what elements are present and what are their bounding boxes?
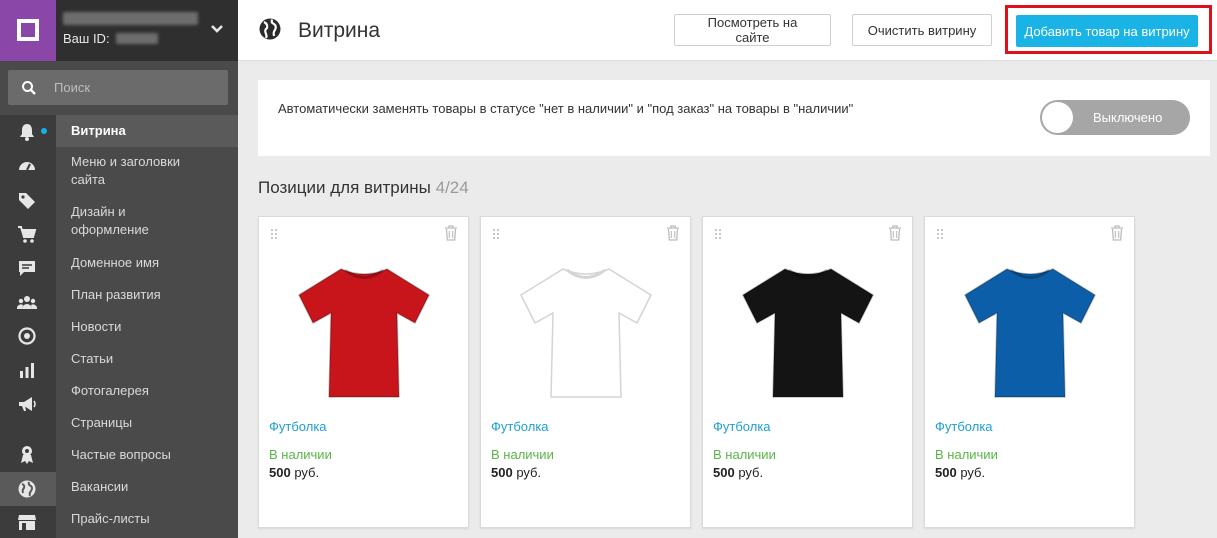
product-stock-status: В наличии bbox=[491, 447, 554, 462]
drag-handle-icon[interactable] bbox=[936, 228, 944, 240]
sidebar-item-design[interactable]: Дизайн и оформление bbox=[56, 203, 176, 239]
globe-icon[interactable] bbox=[16, 478, 38, 500]
product-price-value: 500 bbox=[491, 465, 513, 480]
toggle-knob bbox=[1042, 102, 1073, 133]
drag-handle-icon[interactable] bbox=[270, 228, 278, 240]
product-price: 500 руб. bbox=[269, 465, 319, 480]
bell-icon[interactable] bbox=[16, 121, 38, 143]
trash-icon[interactable] bbox=[1110, 225, 1124, 241]
product-price: 500 руб. bbox=[491, 465, 541, 480]
search-icon bbox=[22, 81, 36, 95]
sidebar-item-domain[interactable]: Доменное имя bbox=[56, 254, 238, 272]
product-name-link[interactable]: Футболка bbox=[935, 419, 993, 434]
account-id-redacted bbox=[116, 33, 158, 44]
users-icon[interactable] bbox=[16, 291, 38, 313]
drag-handle-icon[interactable] bbox=[492, 228, 500, 240]
megaphone-icon[interactable] bbox=[16, 393, 38, 415]
award-icon[interactable] bbox=[16, 443, 38, 465]
product-price-currency: руб. bbox=[738, 465, 764, 480]
auto-replace-panel: Автоматически заменять товары в статусе … bbox=[258, 80, 1210, 156]
sidebar-item-faq[interactable]: Частые вопросы bbox=[56, 446, 238, 464]
clear-showcase-button[interactable]: Очистить витрину bbox=[852, 14, 992, 46]
account-id-label: Ваш ID: bbox=[63, 31, 110, 46]
cart-icon[interactable] bbox=[16, 223, 38, 245]
toggle-state-label: Выключено bbox=[1093, 110, 1163, 125]
sidebar-search bbox=[8, 70, 228, 105]
target-icon[interactable] bbox=[16, 325, 38, 347]
sidebar-item-menu-headers[interactable]: Меню и заголовки сайта bbox=[56, 153, 196, 189]
page-title: Витрина bbox=[298, 19, 381, 42]
tshirt-image bbox=[964, 268, 1096, 398]
product-card[interactable]: Футболка В наличии 500 руб. bbox=[258, 216, 469, 528]
drag-handle-icon[interactable] bbox=[714, 228, 722, 240]
product-name-link[interactable]: Футболка bbox=[269, 419, 327, 434]
product-price-value: 500 bbox=[935, 465, 957, 480]
product-price-currency: руб. bbox=[516, 465, 542, 480]
notification-dot bbox=[41, 128, 47, 134]
account-header[interactable]: Ваш ID: bbox=[0, 0, 238, 61]
sidebar-item-vacancies[interactable]: Вакансии bbox=[56, 478, 238, 496]
store-icon[interactable] bbox=[16, 511, 38, 533]
tshirt-image bbox=[298, 268, 430, 398]
add-product-button[interactable]: Добавить товар на витрину bbox=[1016, 15, 1198, 47]
auto-replace-description: Автоматически заменять товары в статусе … bbox=[278, 101, 854, 116]
bar-chart-icon[interactable] bbox=[16, 359, 38, 381]
search-input[interactable] bbox=[54, 70, 224, 105]
product-name-link[interactable]: Футболка bbox=[491, 419, 549, 434]
trash-icon[interactable] bbox=[666, 225, 680, 241]
top-header: Витрина Посмотреть на сайте Очистить вит… bbox=[238, 0, 1217, 61]
view-on-site-button[interactable]: Посмотреть на сайте bbox=[674, 14, 831, 46]
product-price-currency: руб. bbox=[960, 465, 986, 480]
tshirt-image bbox=[742, 268, 874, 398]
tshirt-image bbox=[520, 268, 652, 398]
add-button-highlight: Добавить товар на витрину bbox=[1005, 5, 1212, 54]
positions-title-text: Позиции для витрины bbox=[258, 178, 431, 197]
positions-title: Позиции для витрины 4/24 bbox=[258, 178, 469, 198]
site-logo[interactable] bbox=[0, 0, 56, 61]
sidebar-icon-rail bbox=[0, 115, 56, 538]
dashboard-icon[interactable] bbox=[16, 155, 38, 177]
chevron-down-icon[interactable] bbox=[210, 22, 224, 36]
product-price-value: 500 bbox=[269, 465, 291, 480]
product-price: 500 руб. bbox=[713, 465, 763, 480]
sidebar-item-pages[interactable]: Страницы bbox=[56, 414, 238, 432]
product-card[interactable]: Футболка В наличии 500 руб. bbox=[480, 216, 691, 528]
tag-icon[interactable] bbox=[16, 189, 38, 211]
sidebar-item-development-plan[interactable]: План развития bbox=[56, 286, 238, 304]
sidebar-item-price-lists[interactable]: Прайс-листы bbox=[56, 510, 238, 528]
auto-replace-toggle[interactable]: Выключено bbox=[1040, 100, 1190, 135]
sidebar-item-gallery[interactable]: Фотогалерея bbox=[56, 382, 238, 400]
sidebar: Ваш ID: Витрина Меню и заголовки сайта Д… bbox=[0, 0, 238, 538]
logo-square-icon bbox=[17, 19, 39, 41]
sidebar-item-news[interactable]: Новости bbox=[56, 318, 238, 336]
product-price-value: 500 bbox=[713, 465, 735, 480]
trash-icon[interactable] bbox=[444, 225, 458, 241]
sidebar-item-articles[interactable]: Статьи bbox=[56, 350, 238, 368]
globe-icon bbox=[259, 18, 281, 40]
positions-count: 4/24 bbox=[435, 178, 469, 197]
product-stock-status: В наличии bbox=[269, 447, 332, 462]
product-price-currency: руб. bbox=[294, 465, 320, 480]
chat-icon[interactable] bbox=[16, 257, 38, 279]
product-card[interactable]: Футболка В наличии 500 руб. bbox=[924, 216, 1135, 528]
product-card[interactable]: Футболка В наличии 500 руб. bbox=[702, 216, 913, 528]
trash-icon[interactable] bbox=[888, 225, 902, 241]
sidebar-item-showcase[interactable]: Витрина bbox=[56, 115, 238, 147]
product-stock-status: В наличии bbox=[713, 447, 776, 462]
product-price: 500 руб. bbox=[935, 465, 985, 480]
product-name-link[interactable]: Футболка bbox=[713, 419, 771, 434]
account-name-redacted bbox=[63, 12, 198, 25]
product-stock-status: В наличии bbox=[935, 447, 998, 462]
